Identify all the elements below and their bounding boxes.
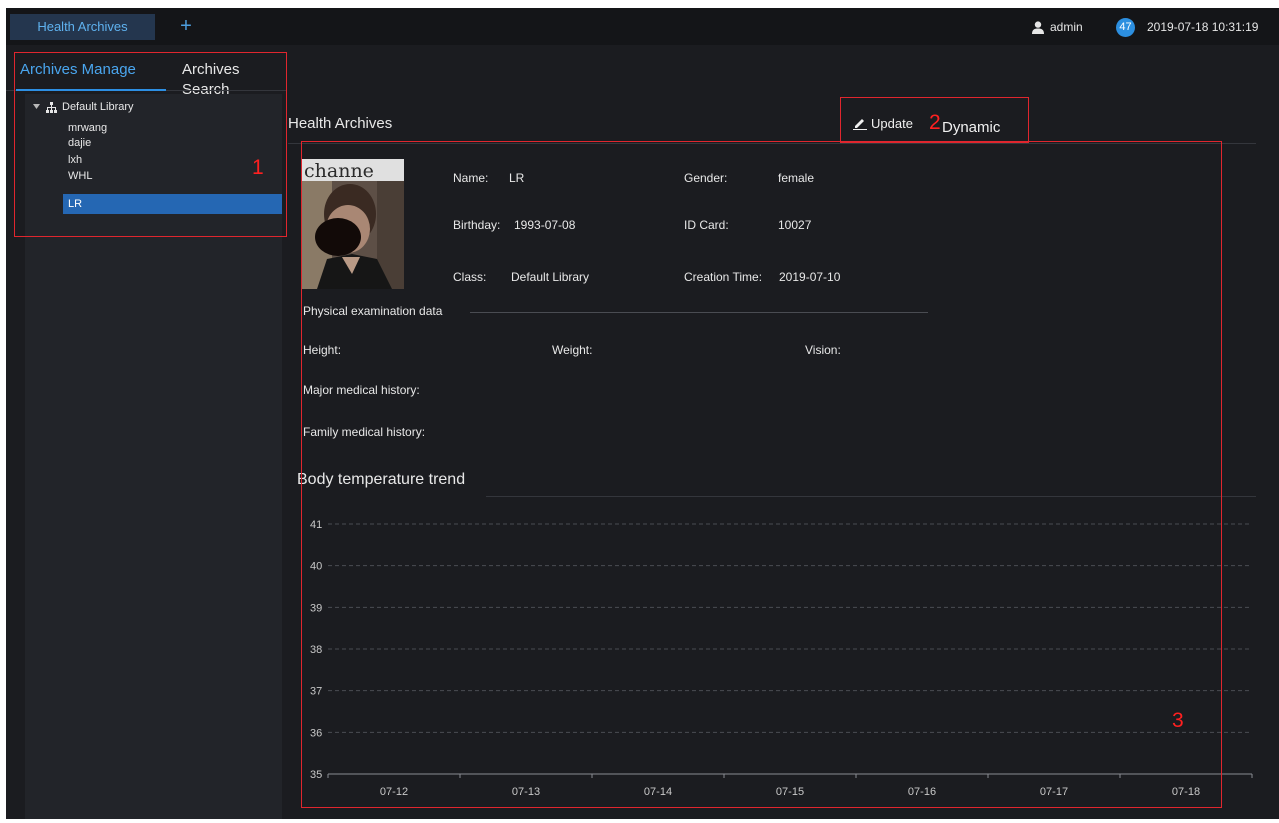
user-icon [1032, 21, 1044, 34]
tab-health-archives[interactable]: Health Archives [10, 14, 155, 40]
annotation-number-2: 2 [929, 111, 941, 134]
top-bar: Health Archives + admin 47 2019-07-18 10… [6, 8, 1279, 45]
annotation-box-3 [301, 141, 1222, 808]
datetime: 2019-07-18 10:31:19 [1147, 20, 1259, 34]
annotation-number-1: 1 [252, 156, 264, 179]
notification-badge[interactable]: 47 [1116, 18, 1135, 37]
user-name[interactable]: admin [1050, 18, 1083, 36]
annotation-number-3: 3 [1172, 709, 1184, 732]
app-window: Health Archives + admin 47 2019-07-18 10… [6, 8, 1279, 819]
panel-title: Health Archives [288, 115, 393, 132]
add-tab-button[interactable]: + [176, 14, 196, 40]
annotation-box-1 [14, 52, 287, 237]
